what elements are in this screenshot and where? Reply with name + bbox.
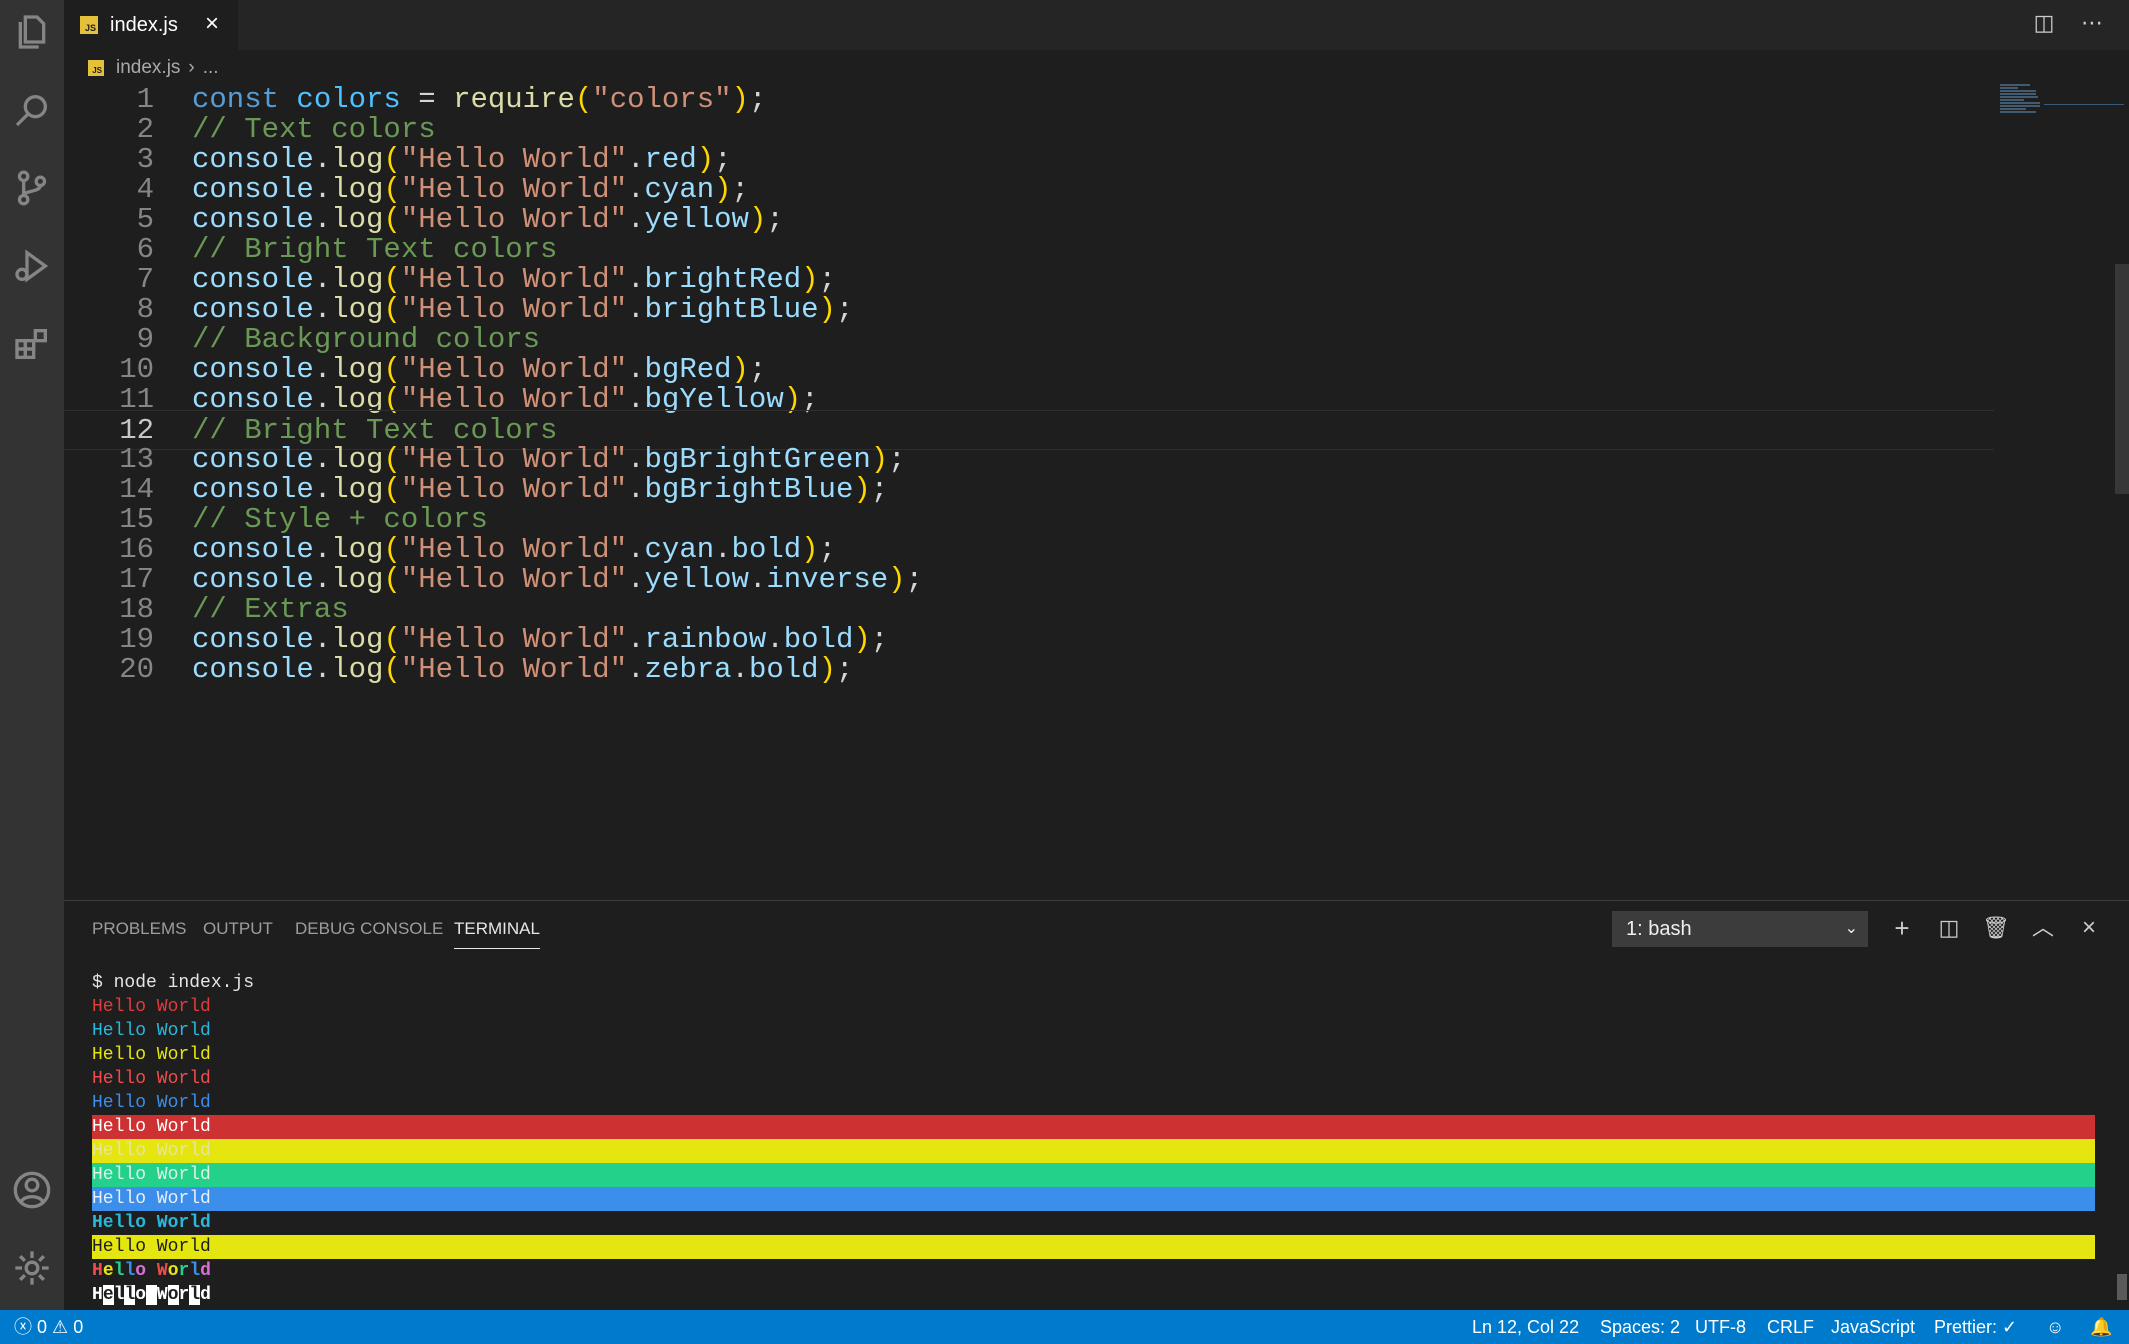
trash-icon[interactable]: 🗑 [1981,913,2011,943]
tab-debug-console[interactable]: DEBUG CONSOLE [295,919,443,949]
encoding[interactable]: UTF-8 [1695,1310,1746,1344]
breadcrumb-file[interactable]: index.js [116,57,180,79]
terminal-line: Hello World [92,1187,2097,1211]
prettier-status[interactable]: Prettier: ✓ [1934,1310,2017,1344]
terminal-line: Hello World [92,1235,2097,1259]
shell-select-value: 1: bash [1626,918,1692,940]
extensions-icon[interactable] [0,312,64,376]
terminal-line: Hello World [92,1021,211,1041]
new-terminal-icon[interactable]: + [1887,913,1917,943]
feedback-icon[interactable]: ☺ [2046,1310,2064,1344]
split-editor-icon[interactable]: ◫ [2031,10,2057,36]
explorer-icon[interactable] [0,0,64,64]
rainbow-text: Hello World [92,1261,211,1281]
error-count: 0 [37,1317,48,1337]
minimap-viewport [2044,104,2124,105]
terminal-line: Hello World [92,1093,211,1113]
tab-index-js[interactable]: JS index.js × [64,0,238,50]
terminal-line: Hello World [92,1163,2097,1187]
breadcrumb-ellipsis[interactable]: ... [203,57,219,79]
source-control-icon[interactable] [0,156,64,220]
terminal-line: Hello World [92,1139,2097,1163]
cursor-position[interactable]: Ln 12, Col 22 [1472,1310,1579,1344]
account-icon[interactable] [0,1158,64,1222]
terminal-scrollbar[interactable] [2117,1274,2127,1300]
editor-scrollbar[interactable] [2115,264,2129,494]
minimap[interactable] [2000,84,2044,124]
code-editor[interactable]: 1 const colors = require("colors"); 2// T… [64,80,2129,900]
tab-bar: JS index.js × ◫ ⋯ [64,0,2129,50]
code-line-20: 20 console.log("Hello World".zebra.bold); [119,653,854,686]
bottom-panel: PROBLEMS OUTPUT DEBUG CONSOLE TERMINAL 1… [64,900,2129,1310]
js-file-icon: JS [88,60,104,76]
terminal-line-rainbow: Hello World [92,1259,2097,1283]
zebra-text: Hello World [92,1285,211,1305]
terminal-line: Hello World [92,997,211,1017]
tab-problems[interactable]: PROBLEMS [92,919,186,949]
activity-bar [0,0,64,1310]
close-tab-icon[interactable]: × [200,12,224,36]
terminal-line: Hello World [92,1045,211,1065]
terminal-output[interactable]: $ node index.js Hello World Hello World … [92,971,2097,1307]
terminal-command: $ node index.js [92,973,255,993]
end-of-line[interactable]: CRLF [1767,1310,1814,1344]
chevron-down-icon: ⌄ [1844,920,1858,937]
terminal-line: Hello World [92,1115,2097,1139]
warning-count: 0 [73,1317,84,1337]
terminal-line: Hello World [92,1069,211,1089]
terminal-shell-select[interactable]: 1: bash ⌄ [1612,911,1868,947]
language-mode[interactable]: JavaScript [1831,1310,1915,1344]
run-debug-icon[interactable] [0,234,64,298]
warning-icon: ⚠ [52,1317,69,1337]
indentation[interactable]: Spaces: 2 [1600,1310,1680,1344]
terminal-line-zebra: Hello World [92,1283,2097,1307]
breadcrumb: JS index.js › ... [88,56,219,80]
terminal-line: Hello World [92,1213,211,1233]
tab-terminal[interactable]: TERMINAL [454,919,540,949]
problems-status[interactable]: ⓧ 0 ⚠ 0 [14,1310,83,1344]
tab-label: index.js [110,13,178,36]
editor-actions: ◫ ⋯ [2031,10,2105,36]
more-actions-icon[interactable]: ⋯ [2079,10,2105,36]
maximize-panel-icon[interactable]: ︿ [2028,913,2058,943]
search-icon[interactable] [0,78,64,142]
split-terminal-icon[interactable]: ◫ [1934,913,1964,943]
js-file-icon: JS [80,16,98,34]
status-bar: ⓧ 0 ⚠ 0 Ln 12, Col 22 Spaces: 2 UTF-8 CR… [0,1310,2129,1344]
notifications-bell-icon[interactable]: 🔔 [2090,1310,2112,1344]
close-panel-icon[interactable]: × [2074,913,2104,943]
error-icon: ⓧ [14,1317,32,1337]
settings-gear-icon[interactable] [0,1236,64,1300]
tab-output[interactable]: OUTPUT [203,919,273,949]
chevron-right-icon: › [188,57,195,78]
